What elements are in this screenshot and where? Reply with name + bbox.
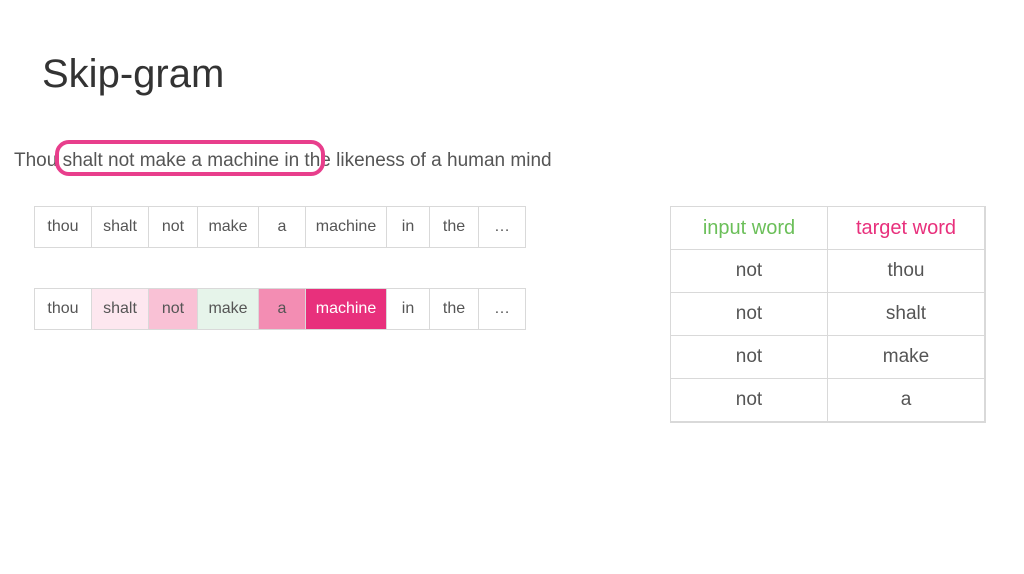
token-row-plain: thoushaltnotmakeamachineinthe…: [34, 206, 526, 248]
pair-table: input word target word notthounotshaltno…: [670, 206, 986, 423]
token-cell: …: [478, 206, 526, 248]
pair-input-cell: not: [670, 249, 828, 293]
token-cell: in: [386, 288, 430, 330]
header-target-word: target word: [827, 206, 985, 250]
pair-input-cell: not: [670, 335, 828, 379]
pair-table-row: notshalt: [671, 293, 985, 336]
pair-table-header: input word target word: [671, 207, 985, 250]
context-window-highlight: [55, 140, 325, 176]
pair-table-row: nota: [671, 379, 985, 422]
token-cell: machine: [305, 206, 387, 248]
token-cell: shalt: [91, 206, 149, 248]
token-cell: make: [197, 206, 259, 248]
token-cell: thou: [34, 206, 92, 248]
pair-target-cell: shalt: [827, 292, 985, 336]
token-cell: the: [429, 206, 479, 248]
token-cell: shalt: [91, 288, 149, 330]
token-row-colored: thoushaltnotmakeamachineinthe…: [34, 288, 526, 330]
pair-target-cell: thou: [827, 249, 985, 293]
token-cell: in: [386, 206, 430, 248]
token-cell: not: [148, 288, 198, 330]
token-cell: machine: [305, 288, 387, 330]
token-cell: make: [197, 288, 259, 330]
pair-table-row: notmake: [671, 336, 985, 379]
token-cell: a: [258, 288, 306, 330]
header-input-word: input word: [670, 206, 828, 250]
pair-table-row: notthou: [671, 250, 985, 293]
slide-title: Skip-gram: [42, 52, 224, 97]
pair-target-cell: make: [827, 335, 985, 379]
pair-input-cell: not: [670, 378, 828, 422]
token-cell: not: [148, 206, 198, 248]
pair-target-cell: a: [827, 378, 985, 422]
pair-input-cell: not: [670, 292, 828, 336]
token-cell: thou: [34, 288, 92, 330]
token-cell: …: [478, 288, 526, 330]
token-cell: a: [258, 206, 306, 248]
token-cell: the: [429, 288, 479, 330]
